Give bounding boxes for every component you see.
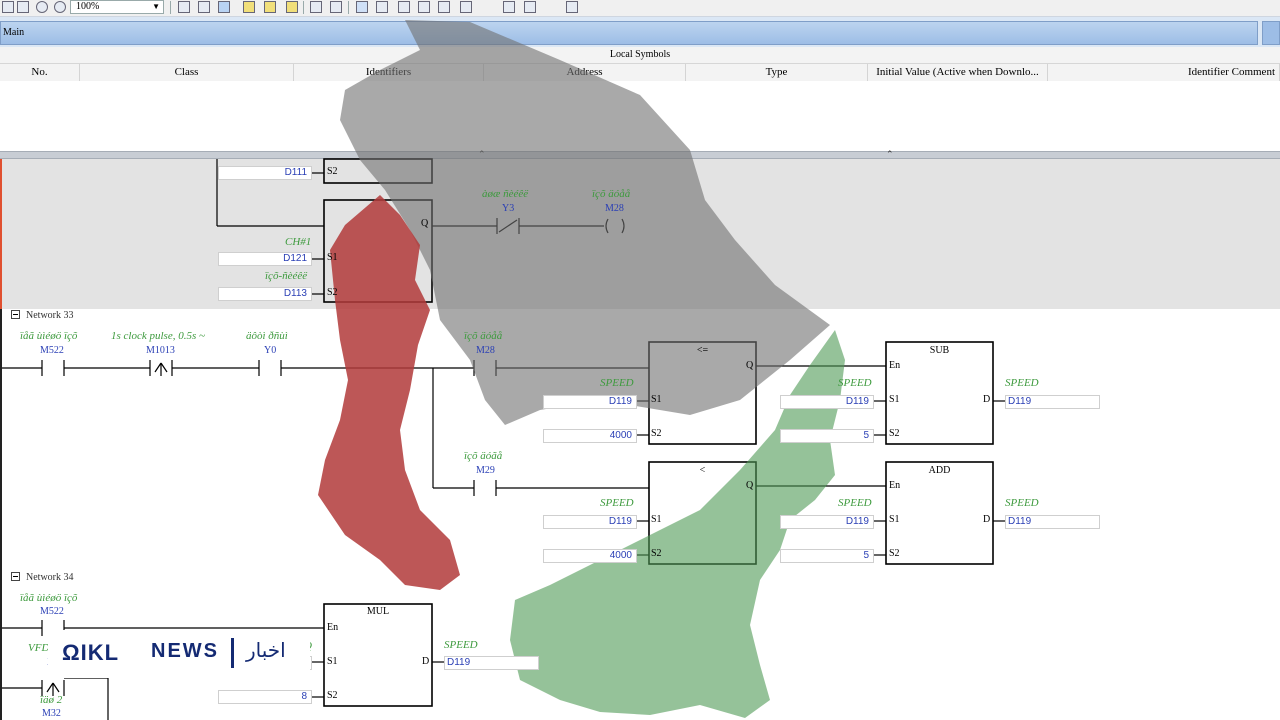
pin-s2: S2 [651,548,662,559]
comment-y0: äôòì ðñùì [246,330,288,342]
comment-m28: ïçõ äóåå [592,188,631,200]
contact-y0[interactable]: Y0 [264,345,276,356]
operand-8[interactable]: 8 [218,690,312,704]
contact-m32[interactable]: M32 [42,708,61,719]
sub-block-title: SUB [929,345,950,356]
operand-5[interactable]: 5 [780,549,874,563]
contact-m29[interactable]: M29 [476,465,495,476]
pin-s2: S2 [327,690,338,701]
contact-m1013[interactable]: M1013 [146,345,175,356]
comment-speed: SPEED [838,377,872,389]
comment-m29: ïçõ äóãå [464,450,503,462]
operand-d119[interactable]: D119 [780,515,874,529]
pin-s1: S1 [327,656,338,667]
operand-4000[interactable]: 4000 [543,429,637,443]
pin-d: D [983,514,991,525]
comment-vfd: VFD [28,642,50,654]
comment-speed: SPEED [444,639,478,651]
pin-d: D [422,656,430,667]
pin-s2: S2 [651,428,662,439]
pin-s2: S2 [889,548,900,559]
pin-q: Q [746,480,754,491]
pin-s1: S1 [651,394,662,405]
comment-d113: ïçõ-ñèéêë [265,270,308,282]
comment-m28: ïçõ äóåå [464,330,503,342]
ladder-wiring [2,20,1005,720]
pin-en: En [889,360,901,371]
operand-d119[interactable]: D119 [1005,515,1100,529]
contact-y3[interactable]: Y3 [502,203,514,214]
comment-m522: ïåã ùìéøö ïçõ [20,592,78,604]
pin-q: Q [421,218,429,229]
operand-d113[interactable]: D113 [218,287,312,301]
pin-s1: S1 [651,514,662,525]
pin-s2: S2 [327,166,338,177]
comment-speed: SPEED [838,497,872,509]
operand-d119[interactable]: D119 [1005,395,1100,409]
pin-s1: S1 [327,252,338,263]
pin-s1: S1 [889,394,900,405]
contact-m522[interactable]: M522 [40,606,64,617]
contact-m28[interactable]: M28 [476,345,495,356]
comment-ch1: CH#1 [285,236,312,248]
operand-d119[interactable]: D119 [543,515,637,529]
compare-block-title: <= [696,345,709,356]
comment-y3: àøæ ñèéêë [482,188,529,200]
operand-d119[interactable]: D119 [780,395,874,409]
collapse-icon[interactable] [11,572,20,581]
badge-arabic-text: اخبار [246,638,286,662]
news-badge: ΩIKL NEWS اخبار [48,630,310,678]
pin-s2: S2 [889,428,900,439]
comment-m1013: 1s clock pulse, 0.5s ~ [111,330,205,342]
add-block-title: ADD [928,465,951,476]
comment-speed: SPEED [600,377,634,389]
comment-speed: SPEED [600,497,634,509]
network-34-label: Network 34 [26,572,74,583]
pin-q: Q [746,360,754,371]
badge-news-text: NEWS [151,640,219,662]
operand-d111[interactable]: D111 [218,166,312,180]
brand-logo: ΩIKL [62,640,120,665]
pin-en: En [889,480,901,491]
comment-m522: ïåã ùìéøö ïçõ [20,330,78,342]
compare-block-title: < [699,465,706,476]
operand-d119[interactable]: D119 [543,395,637,409]
mul-block-title: MUL [366,606,390,617]
pin-en: En [327,622,339,633]
pin-d: D [983,394,991,405]
operand-d119[interactable]: D119 [444,656,539,670]
pin-s1: S1 [889,514,900,525]
pin-s2: S2 [327,287,338,298]
badge-divider [231,638,234,668]
comment-speed: SPEED [1005,377,1039,389]
comment-m32: ïäø 2 [40,694,63,706]
network-33-label: Network 33 [26,310,74,321]
collapse-icon[interactable] [11,310,20,319]
comment-speed: SPEED [1005,497,1039,509]
contact-m522[interactable]: M522 [40,345,64,356]
operand-5[interactable]: 5 [780,429,874,443]
operand-d121[interactable]: D121 [218,252,312,266]
operand-4000[interactable]: 4000 [543,549,637,563]
coil-m28[interactable]: M28 [605,203,624,214]
